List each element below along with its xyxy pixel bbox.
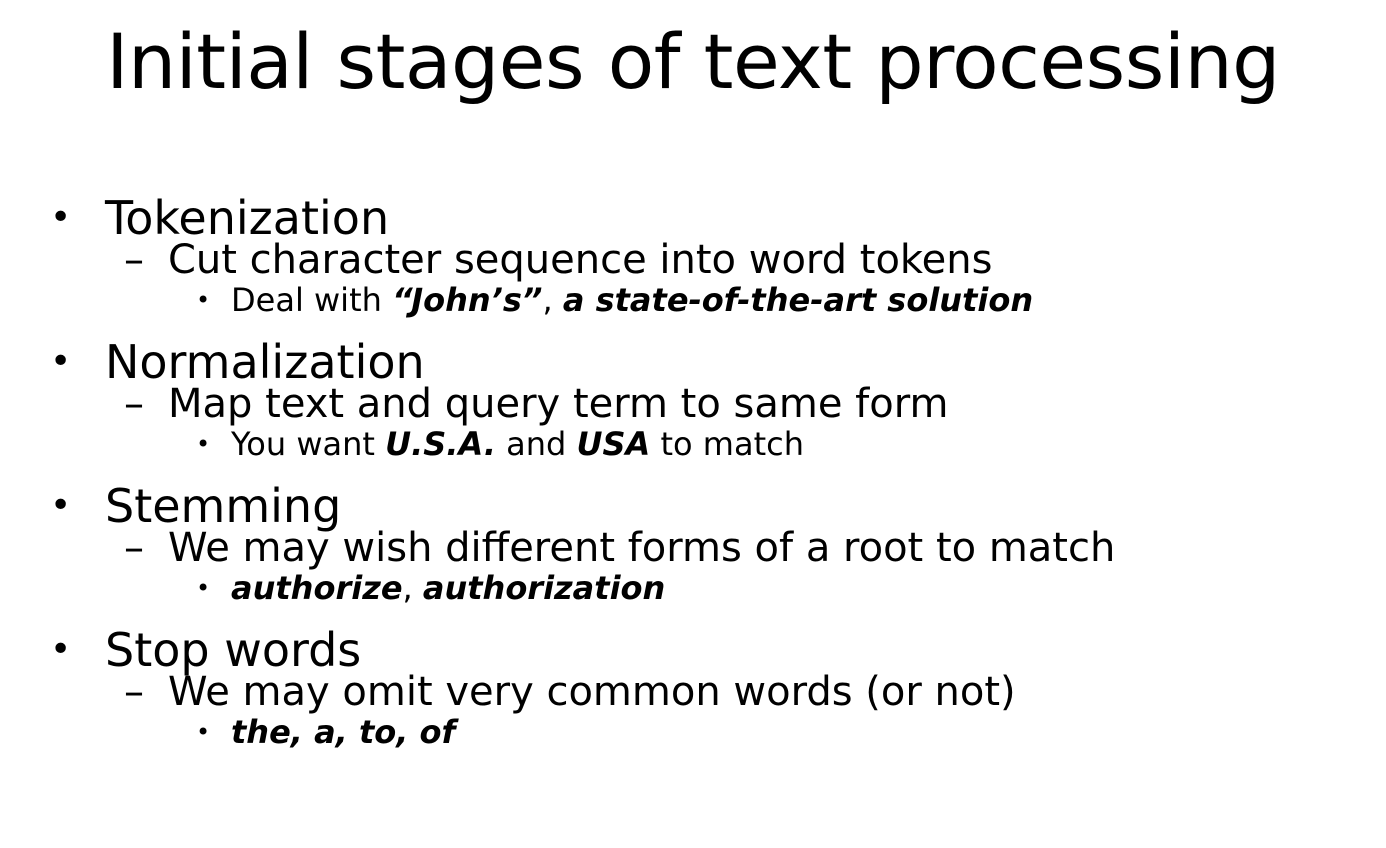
- bullet-icon: •: [50, 197, 72, 238]
- bullet-icon: •: [196, 718, 211, 746]
- detail-middle: and: [495, 425, 577, 463]
- sub-item-text: We may omit very common words (or not): [168, 669, 1016, 715]
- dash-icon: –: [124, 381, 144, 427]
- detail-emphasis: authorize: [231, 569, 403, 607]
- detail-text: the, a, to, of: [231, 714, 455, 750]
- detail-emphasis: the, a, to, of: [231, 713, 456, 751]
- dash-icon: –: [124, 237, 144, 283]
- slide: Initial stages of text processing • Toke…: [0, 0, 1386, 848]
- detail-suffix: to match: [650, 425, 804, 463]
- dash-icon: –: [124, 669, 144, 715]
- detail-prefix: Deal with: [231, 281, 393, 319]
- slide-title: Initial stages of text processing: [106, 17, 1280, 106]
- bullet-icon: •: [196, 430, 211, 458]
- detail-text: Deal with “John’s”, a state-of-the-art s…: [231, 282, 1033, 318]
- detail-prefix: You want: [231, 425, 386, 463]
- detail-emphasis: authorization: [422, 569, 666, 607]
- sub-item-text: We may wish different forms of a root to…: [168, 525, 1116, 571]
- detail-emphasis: “John’s”: [392, 281, 543, 319]
- detail-emphasis: U.S.A.: [385, 425, 496, 463]
- bullet-icon: •: [50, 629, 72, 670]
- detail-text: You want U.S.A. and USA to match: [231, 426, 804, 462]
- detail-text: authorize, authorization: [231, 570, 665, 606]
- detail-emphasis: USA: [576, 425, 651, 463]
- bullet-icon: •: [196, 286, 211, 314]
- sub-item-text: Map text and query term to same form: [168, 381, 949, 427]
- detail-separator: ,: [402, 569, 423, 607]
- bullet-icon: •: [50, 485, 72, 526]
- dash-icon: –: [124, 525, 144, 571]
- bullet-icon: •: [50, 341, 72, 382]
- detail-emphasis: a state-of-the-art solution: [562, 281, 1034, 319]
- sub-item-text: Cut character sequence into word tokens: [168, 237, 993, 283]
- bullet-icon: •: [196, 574, 211, 602]
- detail-separator: ,: [542, 281, 563, 319]
